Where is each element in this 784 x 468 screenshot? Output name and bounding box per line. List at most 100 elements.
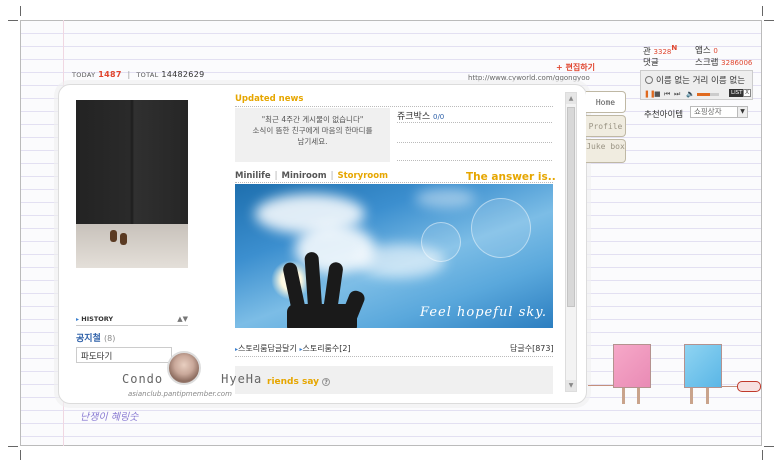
tab-storyroom[interactable]: Storyroom bbox=[337, 171, 388, 181]
divider bbox=[397, 122, 552, 123]
tab-home[interactable]: Home bbox=[586, 91, 626, 113]
notice-link[interactable]: 공지철 (8) bbox=[76, 331, 115, 344]
wire bbox=[588, 385, 614, 386]
ilchon-count: 3328 bbox=[653, 47, 672, 56]
volume-slider[interactable] bbox=[697, 93, 719, 96]
figure-leg bbox=[637, 388, 640, 404]
history-header[interactable]: ▸ HISTORY ▲▼ bbox=[76, 315, 188, 326]
lens-flare bbox=[471, 198, 531, 258]
counter-divider: | bbox=[127, 70, 131, 79]
plug-icon bbox=[737, 381, 761, 392]
shoe bbox=[110, 230, 117, 242]
total-count: 14482629 bbox=[161, 70, 205, 79]
lens-flare bbox=[421, 222, 461, 262]
track-title: 이름 없는 거리 이름 없는 bbox=[656, 76, 746, 86]
news-message-line: "최근 4주간 게시물이 없습니다" bbox=[261, 115, 364, 124]
crop-mark bbox=[20, 6, 21, 16]
volume-icon[interactable]: 🔈 bbox=[686, 90, 695, 98]
recommend-label: 추천아이템 bbox=[644, 110, 684, 120]
comments-label: 댓글 bbox=[643, 58, 659, 68]
divider bbox=[235, 106, 553, 107]
scroll-thumb[interactable] bbox=[567, 107, 575, 307]
stop-icon[interactable]: ■ bbox=[654, 90, 661, 98]
tab-separator: | bbox=[330, 171, 334, 181]
blue-box-figure bbox=[684, 344, 722, 388]
condo-watermark: Condo HyeHa bbox=[122, 372, 262, 386]
scrap-stat[interactable]: 스크랩 3286006 bbox=[695, 56, 752, 68]
help-icon[interactable]: ? bbox=[322, 378, 331, 386]
scrap-count: 3286006 bbox=[721, 59, 753, 67]
pink-box-figure bbox=[613, 344, 651, 388]
image-caption: Feel hopeful sky. bbox=[420, 305, 547, 320]
apps-stat[interactable]: 앱스 0 bbox=[695, 44, 718, 56]
shop-select[interactable]: 쇼핑상자 ▼ bbox=[690, 106, 748, 118]
music-player: 이름 없는 거리 이름 없는 ❚❚ ■ ⏮ ⏭ 🔈 LIST X bbox=[640, 70, 753, 100]
crop-mark bbox=[8, 20, 18, 21]
divider bbox=[397, 142, 552, 143]
figure-leg bbox=[706, 388, 709, 404]
edit-link[interactable]: + 편집하기 bbox=[556, 62, 595, 73]
vertical-scrollbar[interactable]: ▲ ▼ bbox=[565, 92, 577, 392]
next-icon[interactable]: ⏭ bbox=[674, 90, 680, 99]
notice-label: 공지철 bbox=[76, 334, 101, 344]
story-reply-link[interactable]: 스토리룸답글달기 bbox=[238, 344, 297, 353]
apps-label: 앱스 bbox=[695, 46, 711, 56]
tab-jukebox[interactable]: Juke box bbox=[586, 139, 626, 163]
updated-news-title: Updated news bbox=[235, 94, 304, 104]
reply-count: 답글수[873] bbox=[510, 344, 554, 353]
signature: 난쟁이 혜링숫 bbox=[80, 412, 139, 423]
disc-icon bbox=[645, 76, 653, 84]
shop-select-value: 쇼핑상자 bbox=[694, 107, 722, 116]
homepage-url[interactable]: http://www.cyworld.com/ggongyoo bbox=[468, 74, 590, 82]
news-message-line: 소식이 뜸한 친구에게 마음의 한마디를 bbox=[252, 126, 373, 135]
jukebox-label: 쥬크박스 bbox=[397, 112, 431, 122]
surf-select[interactable]: 파도타기 bbox=[76, 347, 172, 363]
figure-leg bbox=[622, 388, 625, 404]
condo-right-text: HyeHa bbox=[221, 372, 263, 386]
divider bbox=[397, 160, 552, 161]
today-label: TODAY bbox=[72, 71, 96, 79]
chevron-down-icon[interactable]: ▼ bbox=[737, 107, 747, 117]
prev-icon[interactable]: ⏮ bbox=[664, 90, 670, 99]
crop-mark bbox=[762, 450, 763, 460]
story-links: ▸스토리룸답글달기 ▸스토리룸수[2] bbox=[235, 343, 351, 354]
jukebox-link[interactable]: 쥬크박스 0/0 bbox=[397, 109, 444, 122]
crop-mark bbox=[8, 446, 18, 447]
scroll-down-button[interactable]: ▼ bbox=[566, 380, 576, 391]
wire bbox=[722, 386, 738, 387]
figure-leg bbox=[690, 388, 693, 404]
cloud bbox=[415, 188, 475, 208]
history-label: HISTORY bbox=[81, 315, 114, 323]
crop-mark bbox=[20, 450, 21, 460]
tab-separator: | bbox=[274, 171, 278, 181]
crop-mark bbox=[762, 6, 763, 16]
condo-url: asianclub.pantipmember.com bbox=[128, 390, 232, 398]
scrap-label: 스크랩 bbox=[695, 58, 719, 68]
divider bbox=[235, 356, 553, 357]
news-message-line: 남기세요. bbox=[297, 137, 328, 146]
ilchon-stat[interactable]: 관 3328N bbox=[643, 44, 677, 57]
new-badge: N bbox=[671, 44, 678, 52]
friends-say-title: riends say ? bbox=[267, 377, 331, 387]
storyroom-image[interactable]: Feel hopeful sky. bbox=[235, 184, 553, 328]
scroll-up-button[interactable]: ▲ bbox=[566, 93, 576, 104]
photo-floor bbox=[76, 224, 188, 268]
friends-say-label: riends say bbox=[267, 377, 319, 387]
visit-counter: TODAY 1487 | TOTAL 14482629 bbox=[72, 70, 204, 79]
comments-stat[interactable]: 댓글 bbox=[643, 56, 659, 68]
close-button[interactable]: X bbox=[743, 89, 751, 97]
crop-mark bbox=[764, 446, 774, 447]
expand-collapse-icon[interactable]: ▲▼ bbox=[177, 315, 188, 323]
apps-count: 0 bbox=[713, 47, 718, 55]
history-arrow-icon: ▸ bbox=[76, 316, 80, 323]
condo-left-text: Condo bbox=[122, 372, 164, 386]
story-count-link[interactable]: 스토리룸수[2] bbox=[302, 344, 350, 353]
total-label: TOTAL bbox=[136, 71, 159, 79]
today-count: 1487 bbox=[98, 70, 122, 79]
hand-palm bbox=[287, 304, 357, 328]
tab-miniroom[interactable]: Miniroom bbox=[282, 171, 327, 181]
content-tabs: Minilife | Miniroom | Storyroom bbox=[235, 171, 388, 181]
tab-profile[interactable]: Profile bbox=[586, 115, 626, 137]
tab-minilife[interactable]: Minilife bbox=[235, 171, 271, 181]
updated-news-box: "최근 4주간 게시물이 없습니다" 소식이 뜸한 친구에게 마음의 한마디를 … bbox=[235, 108, 390, 162]
